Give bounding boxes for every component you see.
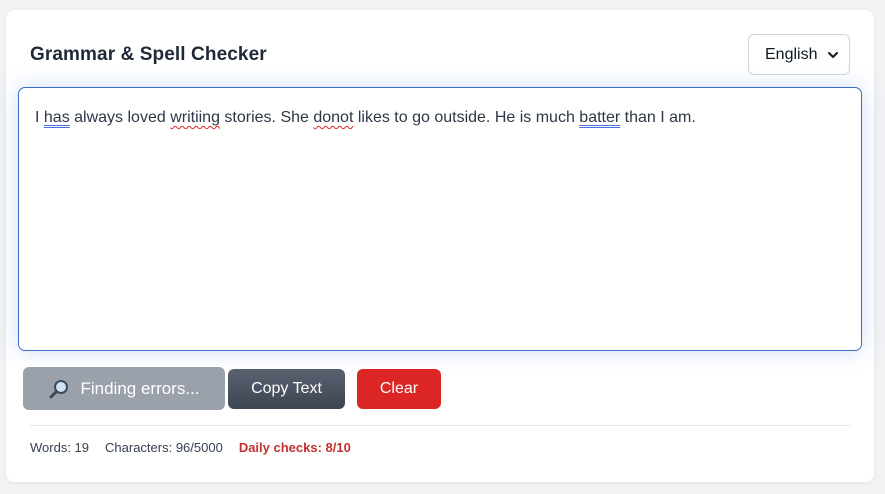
checker-card: Grammar & Spell Checker English I has al… <box>6 10 874 482</box>
character-count: Characters: 96/5000 <box>105 440 223 455</box>
clear-button[interactable]: Clear <box>357 369 441 409</box>
daily-checks: Daily checks: 8/10 <box>238 440 351 455</box>
divider <box>30 425 851 426</box>
find-errors-label: Finding errors... <box>80 378 200 398</box>
magnifier-icon <box>49 379 69 398</box>
text-segment: likes to go outside. He is much <box>353 109 580 126</box>
find-errors-button[interactable]: Finding errors... <box>23 367 225 410</box>
word-count: Words: 19 <box>30 440 90 455</box>
language-select[interactable]: English <box>748 34 850 75</box>
spelling-error-word[interactable]: writiing <box>170 109 220 126</box>
text-segment: than I am. <box>620 109 696 126</box>
chevron-down-icon <box>828 51 838 58</box>
text-segment: always loved <box>69 109 171 126</box>
grammar-error-word[interactable]: has <box>44 109 70 126</box>
text-segment: stories. She <box>219 109 314 126</box>
language-select-value: English <box>765 45 818 63</box>
copy-text-button[interactable]: Copy Text <box>228 369 345 409</box>
stats-bar: Words: 19 Characters: 96/5000 Daily chec… <box>30 440 351 455</box>
spelling-error-word[interactable]: donot <box>313 109 353 126</box>
grammar-error-word[interactable]: batter <box>579 109 620 126</box>
text-segment: I <box>35 109 44 126</box>
text-editor[interactable]: I has always loved writiing stories. She… <box>18 87 862 351</box>
page-title: Grammar & Spell Checker <box>30 44 267 65</box>
